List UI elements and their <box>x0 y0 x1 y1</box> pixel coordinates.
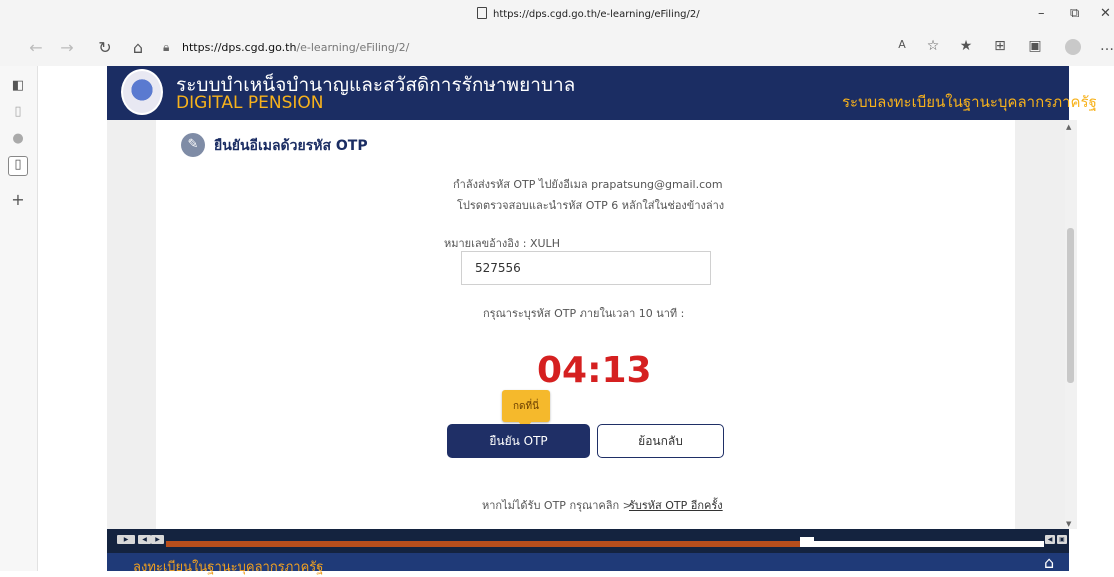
scroll-down-icon[interactable]: ▼ <box>1066 520 1071 528</box>
minimize-icon[interactable]: – <box>1038 6 1045 21</box>
favorite-add-icon[interactable]: ☆ <box>923 38 943 54</box>
forward-icon[interactable]: → <box>57 38 77 57</box>
tab-page-icon[interactable]: ▯ <box>9 104 27 119</box>
content-margin-left <box>107 120 156 529</box>
volume-icon[interactable]: ◀ <box>1045 535 1055 544</box>
page-icon <box>477 7 487 19</box>
site-right-title: ระบบลงทะเบียนในฐานะบุคลากรภาครัฐ <box>842 93 1097 111</box>
department-logo <box>121 69 163 115</box>
play-icon[interactable]: ▶ <box>117 535 135 544</box>
progress-handle[interactable] <box>800 537 814 547</box>
countdown-timer: 04:13 <box>537 350 652 391</box>
back-icon[interactable]: ← <box>26 38 46 57</box>
scrollbar-thumb[interactable] <box>1067 228 1074 383</box>
new-tab-icon[interactable]: + <box>9 190 27 209</box>
otp-input-value[interactable]: 527556 <box>475 261 521 275</box>
next-icon[interactable]: ▶ <box>151 535 164 544</box>
lock-icon[interactable]: 🔒︎ <box>163 40 169 55</box>
resend-prompt: หากไม่ได้รับ OTP กรุณาคลิก > <box>482 499 632 512</box>
progress-fill <box>166 541 807 547</box>
fullscreen-icon[interactable]: ▣ <box>1057 535 1067 544</box>
footer-title: ลงทะเบียนในฐานะบุคลากรภาครัฐ <box>133 560 324 575</box>
previous-icon[interactable]: ◀ <box>138 535 151 544</box>
favorites-icon[interactable]: ★ <box>956 38 976 54</box>
section-title: ยืนยันอีเมลด้วยรหัส OTP <box>214 138 368 154</box>
tab-current-icon[interactable]: ▯ <box>8 156 28 176</box>
profile-icon[interactable] <box>1065 39 1081 55</box>
otp-sent-message: กำลังส่งรหัส OTP ไปยังอีเมล prapatsung@g… <box>453 178 723 191</box>
content-margin-right <box>1015 120 1065 529</box>
reference-code: หมายเลขอ้างอิง : XULH <box>444 237 560 250</box>
read-aloud-icon[interactable]: A <box>892 38 912 51</box>
tab-site-icon[interactable]: ● <box>9 131 27 146</box>
more-options-icon[interactable]: … <box>1097 38 1114 54</box>
refresh-icon[interactable]: ↻ <box>95 38 115 57</box>
home-icon[interactable]: ⌂ <box>128 38 148 57</box>
close-icon[interactable]: ✕ <box>1100 6 1111 21</box>
home-up-icon[interactable]: ⌂ <box>1044 553 1054 572</box>
site-subtitle: DIGITAL PENSION <box>176 93 324 113</box>
pencil-icon: ✎ <box>181 133 205 157</box>
confirm-otp-button[interactable]: ยืนยัน OTP <box>447 424 590 458</box>
restore-icon[interactable]: ⧉ <box>1070 6 1079 21</box>
otp-time-prompt: กรุณาระบุรหัส OTP ภายในเวลา 10 นาที : <box>483 307 685 320</box>
scroll-up-icon[interactable]: ▲ <box>1066 123 1071 131</box>
resend-otp-link[interactable]: รับรหัส OTP อีกครั้ง <box>629 496 723 514</box>
collections-icon[interactable]: ⊞ <box>990 38 1010 54</box>
window-title: https://dps.cgd.go.th/e-learning/eFiling… <box>477 7 700 20</box>
tab-actions-icon[interactable]: ◧ <box>9 78 27 93</box>
address-path: /e-learning/eFiling/2/ <box>296 41 410 54</box>
window-title-text: https://dps.cgd.go.th/e-learning/eFiling… <box>493 9 700 20</box>
screenshot-icon[interactable]: ▣ <box>1025 38 1045 54</box>
back-button[interactable]: ย้อนกลับ <box>597 424 724 458</box>
address-host: https://dps.cgd.go.th <box>182 41 297 54</box>
address-bar[interactable]: https://dps.cgd.go.th/e-learning/eFiling… <box>182 41 409 54</box>
otp-instruction: โปรดตรวจสอบและนำรหัส OTP 6 หลักใส่ในช่อง… <box>457 199 725 212</box>
tooltip-label: กดที่นี่ <box>513 401 539 412</box>
